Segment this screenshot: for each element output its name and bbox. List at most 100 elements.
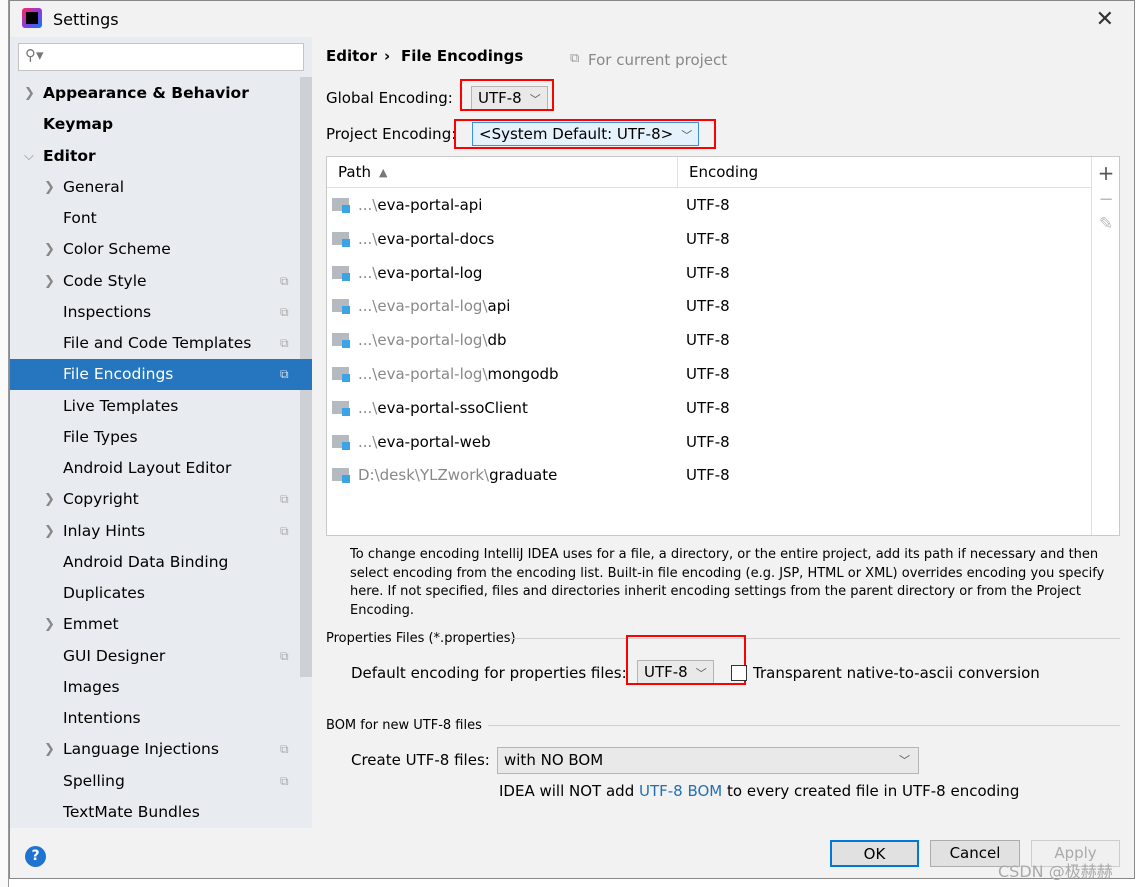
column-header-path[interactable]: Path [338,163,371,181]
encoding-cell[interactable]: UTF-8 [686,222,730,256]
project-encoding-dropdown[interactable]: <System Default: UTF-8> ﹀ [472,122,700,146]
sidebar-item-general[interactable]: ❯ General [10,172,300,203]
global-encoding-label: Global Encoding: [326,89,453,107]
chevron-right-icon[interactable]: ❯ [44,734,55,765]
sidebar-item-emmet[interactable]: ❯ Emmet [10,609,300,640]
path-name: eva-portal-docs [377,229,495,248]
path-name: api [487,297,511,316]
remove-icon[interactable]: − [1092,189,1120,210]
sidebar-item-spelling[interactable]: Spelling ⧉ [10,766,300,797]
sidebar-item-label: Android Data Binding [63,552,229,571]
sidebar-item-inspections[interactable]: Inspections ⧉ [10,297,300,328]
help-button[interactable]: ? [25,846,46,867]
sidebar-item-editor[interactable]: ⌵ Editor [10,141,300,172]
path-cell: ...\eva-portal-log\api [358,289,510,323]
sidebar-item-label: File and Code Templates [63,334,252,352]
sidebar-item-gui-designer[interactable]: GUI Designer ⧉ [10,641,300,672]
chevron-right-icon[interactable]: ❯ [44,234,55,265]
sidebar-item-textmate-bundles[interactable]: TextMate Bundles [10,797,300,828]
chevron-down-icon[interactable]: ⌵ [24,141,34,172]
sidebar-item-label: Keymap [43,115,114,134]
properties-encoding-dropdown[interactable]: UTF-8 ﹀ [637,660,714,684]
sidebar-item-file-and-code-templates[interactable]: File and Code Templates ⧉ [10,328,300,359]
encoding-cell[interactable]: UTF-8 [686,425,730,459]
sidebar-item-android-layout-editor[interactable]: Android Layout Editor [10,453,300,484]
native-to-ascii-checkbox[interactable] [731,665,747,681]
project-scope-icon: ⧉ [280,336,289,350]
sidebar-item-color-scheme[interactable]: ❯ Color Scheme [10,234,300,265]
add-icon[interactable]: + [1092,161,1120,185]
settings-dialog: Settings ✕ ⚲▾ ❯ Appearance & Behavior Keym… [9,0,1135,879]
ok-button[interactable]: OK [830,840,919,867]
table-row[interactable]: ...\eva-portal-log\api UTF-8 [327,289,1091,323]
sidebar-item-font[interactable]: Font [10,203,300,234]
table-row[interactable]: ...\eva-portal-web UTF-8 [327,425,1091,459]
title-bar: Settings ✕ [10,1,1134,37]
edit-icon[interactable]: ✎ [1092,214,1120,234]
table-row[interactable]: ...\eva-portal-ssoClient UTF-8 [327,391,1091,425]
sidebar-item-code-style[interactable]: ❯ Code Style ⧉ [10,266,300,297]
sidebar-item-language-injections[interactable]: ❯ Language Injections ⧉ [10,734,300,765]
encoding-cell[interactable]: UTF-8 [686,289,730,323]
encoding-cell[interactable]: UTF-8 [686,323,730,357]
table-row[interactable]: ...\eva-portal-log UTF-8 [327,256,1091,290]
bom-note-text: IDEA will NOT add [499,782,639,800]
sidebar-item-label: Spelling [63,771,125,790]
table-row[interactable]: ...\eva-portal-log\db UTF-8 [327,323,1091,357]
sidebar-item-copyright[interactable]: ❯ Copyright ⧉ [10,484,300,515]
encoding-cell[interactable]: UTF-8 [686,256,730,290]
project-scope-icon: ⧉ [280,742,289,757]
table-row[interactable]: D:\desk\YLZwork\graduate UTF-8 [327,458,1091,492]
encoding-cell[interactable]: UTF-8 [686,188,730,222]
sidebar-item-label: File Types [63,427,138,446]
sidebar-item-file-types[interactable]: File Types [10,422,300,453]
properties-encoding-value: UTF-8 [644,663,688,681]
chevron-right-icon[interactable]: ❯ [44,609,55,640]
chevron-right-icon[interactable]: ❯ [44,266,55,297]
chevron-down-icon: ﹀ [899,754,910,767]
column-header-encoding[interactable]: Encoding [689,163,758,181]
sidebar-item-file-encodings[interactable]: File Encodings ⧉ [10,359,312,391]
table-row[interactable]: ...\eva-portal-api UTF-8 [327,188,1091,222]
module-folder-icon [332,468,350,484]
copy-icon: ⧉ [570,51,580,66]
path-name: eva-portal-ssoClient [377,398,528,417]
sidebar-item-label: Inlay Hints [63,521,146,540]
sidebar-item-label: Code Style [63,271,147,290]
utf8-bom-link[interactable]: UTF-8 BOM [639,782,722,800]
table-row[interactable]: ...\eva-portal-docs UTF-8 [327,222,1091,256]
sidebar-item-images[interactable]: Images [10,672,300,703]
project-scope-icon: ⧉ [280,648,289,663]
sidebar-item-inlay-hints[interactable]: ❯ Inlay Hints ⧉ [10,516,300,547]
table-row[interactable]: ...\eva-portal-log\mongodb UTF-8 [327,357,1091,391]
bom-dropdown[interactable]: with NO BOM ﹀ [497,747,919,774]
chevron-right-icon[interactable]: ❯ [44,172,55,203]
module-folder-icon [332,434,350,450]
encoding-cell[interactable]: UTF-8 [686,357,730,391]
sidebar-item-android-data-binding[interactable]: Android Data Binding [10,547,300,578]
sidebar-item-keymap[interactable]: Keymap [10,109,300,140]
sort-ascending-icon: ▲ [379,166,388,179]
search-input[interactable]: ⚲▾ [18,43,304,71]
path-name: eva-portal-api [377,196,483,214]
encoding-cell[interactable]: UTF-8 [686,391,730,425]
sidebar-item-appearance-behavior[interactable]: ❯ Appearance & Behavior [10,78,300,109]
search-icon: ⚲▾ [25,46,44,64]
bom-section-title: BOM for new UTF-8 files [326,718,482,733]
chevron-right-icon[interactable]: ❯ [44,484,55,515]
sidebar-item-intentions[interactable]: Intentions [10,703,300,734]
sidebar-item-live-templates[interactable]: Live Templates [10,391,300,422]
chevron-right-icon[interactable]: ❯ [44,516,55,547]
table-toolbar: + − ✎ [1091,157,1120,535]
close-icon[interactable]: ✕ [1096,7,1114,32]
module-folder-icon [332,265,350,281]
encoding-cell[interactable]: UTF-8 [686,458,730,492]
global-encoding-dropdown[interactable]: UTF-8 ﹀ [471,86,548,110]
path-cell: ...\eva-portal-log\mongodb [358,357,559,391]
description-text: To change encoding IntelliJ IDEA uses fo… [350,547,1105,618]
project-scope-icon: ⧉ [280,492,289,507]
intellij-logo-icon [22,8,42,28]
path-cell: ...\eva-portal-ssoClient [358,391,528,425]
sidebar-item-duplicates[interactable]: Duplicates [10,578,300,609]
chevron-right-icon[interactable]: ❯ [24,78,35,109]
